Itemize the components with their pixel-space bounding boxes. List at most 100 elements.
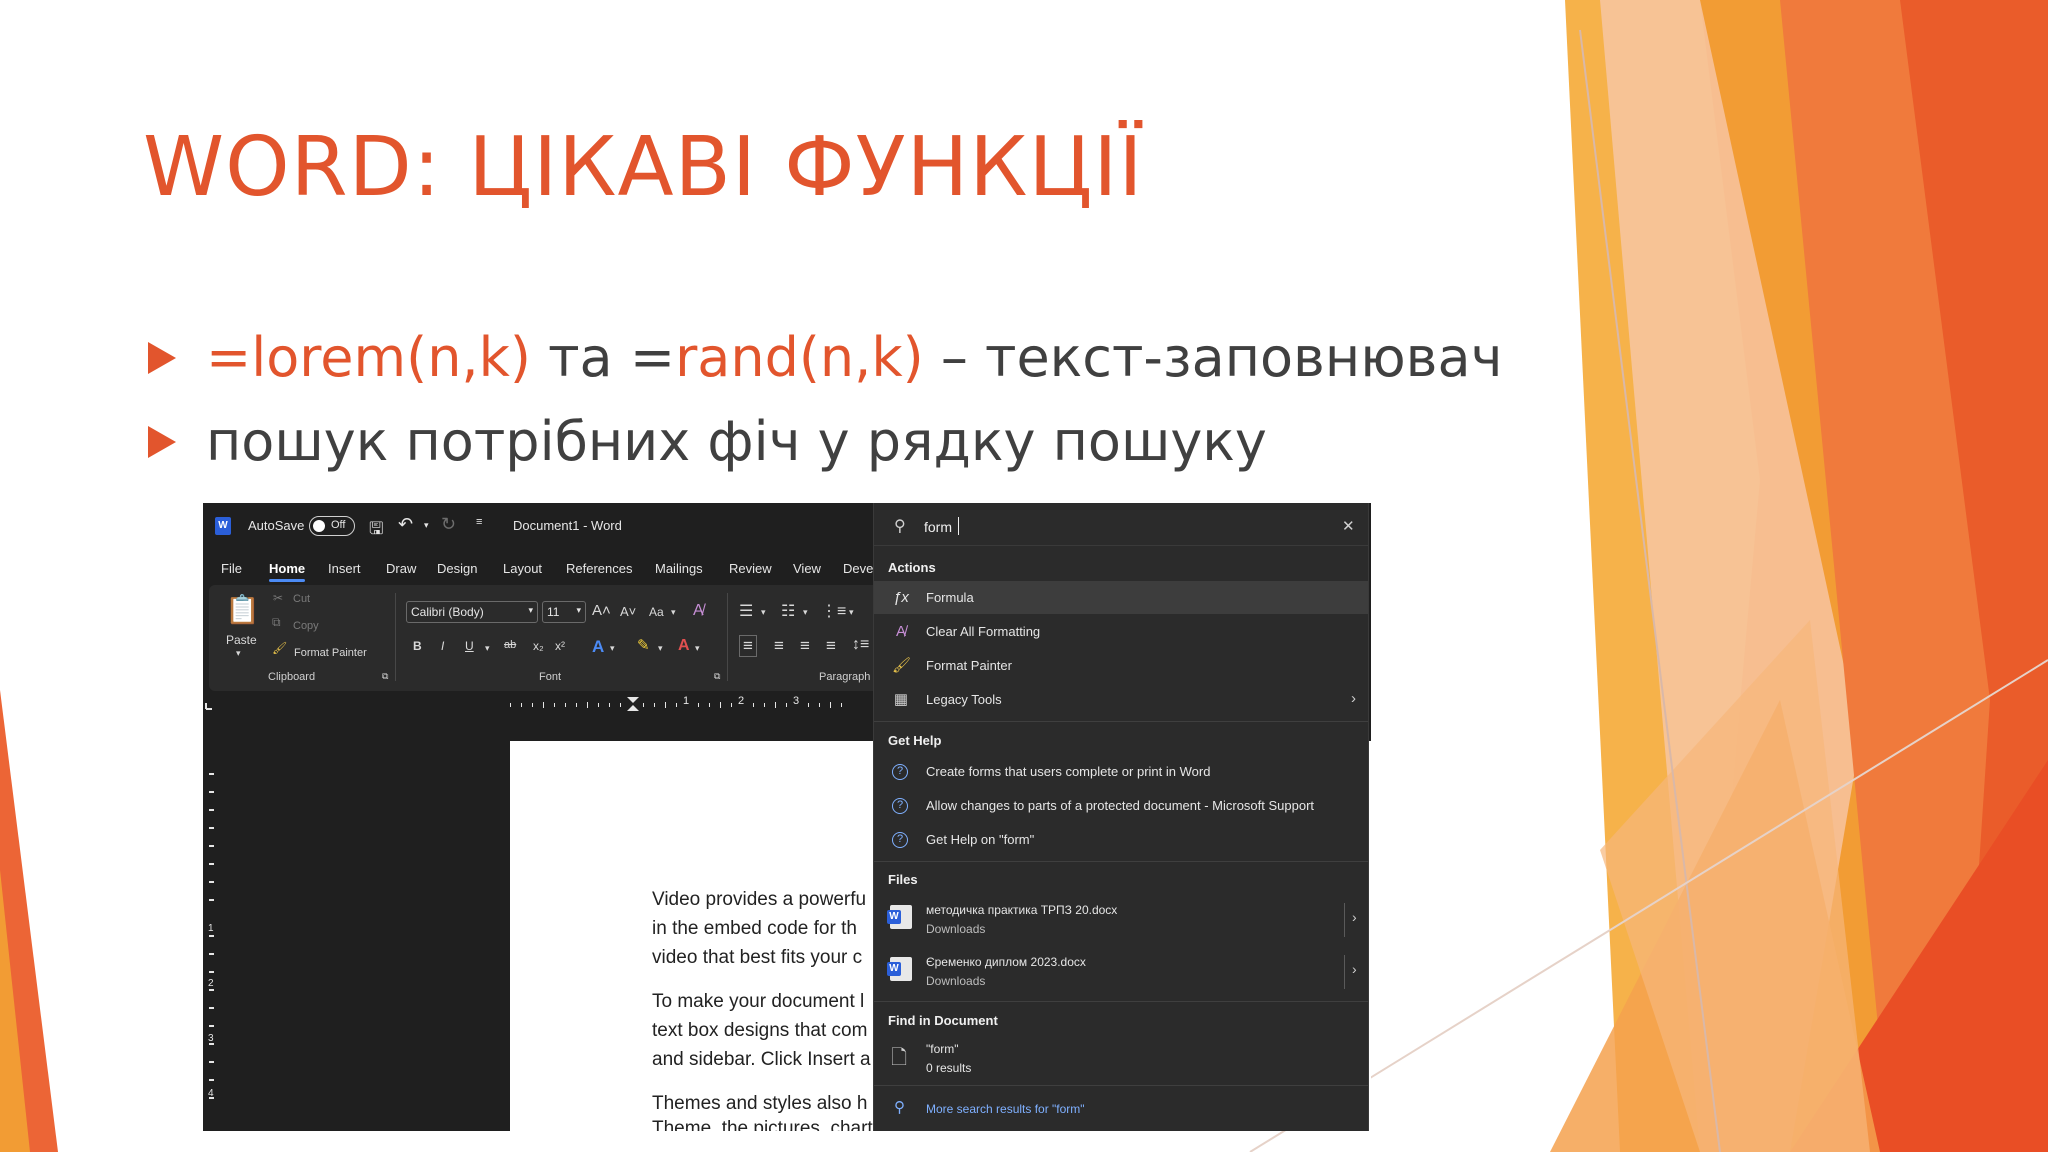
help-icon: ?	[892, 798, 908, 814]
chevron-right-icon: ›	[1351, 690, 1356, 707]
cut-icon[interactable]: ✂	[273, 591, 283, 605]
multilevel-list-icon[interactable]: ⋮≡	[821, 601, 846, 621]
subscript-icon[interactable]: x₂	[533, 639, 544, 653]
autosave-label: AutoSave	[248, 518, 305, 533]
underline-icon[interactable]: U	[465, 639, 474, 653]
doc-line: video that best fits your c	[652, 947, 863, 968]
text-effects-icon[interactable]: A	[592, 637, 604, 657]
undo-icon[interactable]: ↶	[398, 514, 413, 535]
italic-icon[interactable]: I	[441, 639, 444, 653]
numbering-icon[interactable]: ☷	[781, 601, 795, 621]
find-in-document-header: Find in Document	[888, 1013, 998, 1028]
document-title: Document1 - Word	[513, 518, 622, 533]
autosave-toggle[interactable]: Off	[309, 516, 355, 536]
doc-line: To make your document l	[652, 991, 865, 1012]
font-launcher-icon[interactable]: ⧉	[714, 671, 720, 682]
tab-developer[interactable]: Deve	[843, 561, 873, 576]
help-icon: ?	[892, 764, 908, 780]
file-item[interactable]: методичка практика ТРПЗ 20.docx Download…	[874, 895, 1368, 945]
highlight-dropdown-icon[interactable]: ▾	[658, 643, 663, 654]
action-legacy-tools[interactable]: ▦ Legacy Tools ›	[874, 683, 1368, 716]
undo-dropdown-icon[interactable]: ▾	[424, 520, 429, 531]
copy-button[interactable]: Copy	[293, 620, 319, 632]
chevron-right-icon[interactable]: ›	[1352, 961, 1357, 977]
tab-home[interactable]: Home	[269, 561, 306, 582]
action-formula[interactable]: ƒx Formula	[874, 581, 1368, 614]
strikethrough-icon[interactable]: ab	[504, 639, 516, 651]
bullet-arrow-icon	[148, 341, 176, 374]
customize-toolbar-icon[interactable]: ≡	[476, 516, 482, 528]
text-cursor	[958, 517, 959, 535]
find-result[interactable]: 🗋 "form" 0 results	[874, 1035, 1368, 1081]
bullets-icon[interactable]: ☰	[739, 601, 753, 621]
help-item[interactable]: ? Get Help on "form"	[874, 823, 1368, 856]
tab-design[interactable]: Design	[437, 561, 477, 576]
superscript-icon[interactable]: x²	[555, 639, 565, 653]
vruler-mark: 1	[208, 923, 214, 934]
underline-dropdown-icon[interactable]: ▾	[485, 643, 490, 654]
close-icon[interactable]: ✕	[1342, 517, 1355, 535]
multilevel-dropdown-icon[interactable]: ▾	[849, 607, 854, 618]
chevron-right-icon[interactable]: ›	[1352, 909, 1357, 925]
numbering-dropdown-icon[interactable]: ▾	[803, 607, 808, 618]
word-logo-icon: W	[215, 517, 231, 535]
bold-icon[interactable]: B	[413, 639, 422, 653]
help-item[interactable]: ? Allow changes to parts of a protected …	[874, 789, 1368, 822]
font-size-dropdown[interactable]: 11 ▾	[542, 601, 586, 623]
format-painter-button[interactable]: Format Painter	[294, 647, 367, 659]
doc-line: in the embed code for th	[652, 918, 857, 939]
clear-formatting-icon: A̸	[895, 623, 906, 640]
justify-icon[interactable]: ≡	[826, 636, 836, 656]
tab-references[interactable]: References	[566, 561, 632, 576]
text-effects-dropdown-icon[interactable]: ▾	[610, 643, 615, 654]
action-format-painter[interactable]: 🖌 Format Painter	[874, 649, 1368, 682]
tab-mailings[interactable]: Mailings	[655, 561, 703, 576]
paste-button[interactable]: Paste	[226, 633, 257, 647]
clear-formatting-icon[interactable]: A̸	[693, 602, 704, 620]
tab-insert[interactable]: Insert	[328, 561, 361, 576]
vertical-ruler	[203, 713, 225, 1131]
font-group-label: Font	[539, 671, 562, 683]
more-search-results-link[interactable]: ⚲ More search results for "form"	[874, 1093, 1368, 1126]
tab-review[interactable]: Review	[729, 561, 772, 576]
bullet-item: пошук потрібних фіч у рядку пошуку	[148, 410, 1267, 473]
tab-view[interactable]: View	[793, 561, 821, 576]
file-item[interactable]: Єременко диплом 2023.docx Downloads ›	[874, 947, 1368, 997]
align-left-icon[interactable]: ≡	[739, 635, 757, 657]
document-search-icon: 🗋	[891, 1047, 908, 1069]
action-clear-formatting[interactable]: A̸ Clear All Formatting	[874, 615, 1368, 648]
redo-icon[interactable]: ↻	[441, 514, 456, 535]
bullets-dropdown-icon[interactable]: ▾	[761, 607, 766, 618]
legacy-tools-icon: ▦	[893, 691, 909, 708]
format-painter-icon[interactable]: 🖌	[272, 641, 287, 655]
tab-draw[interactable]: Draw	[386, 561, 416, 576]
font-color-dropdown-icon[interactable]: ▾	[695, 643, 700, 654]
line-spacing-icon[interactable]: ↕≡	[852, 636, 869, 654]
formula-icon: ƒx	[893, 589, 909, 606]
highlight-icon[interactable]: ✎	[637, 636, 650, 654]
tab-layout[interactable]: Layout	[503, 561, 542, 576]
cut-button[interactable]: Cut	[293, 593, 310, 605]
paste-dropdown-icon[interactable]: ▾	[236, 648, 241, 659]
font-name-dropdown[interactable]: Calibri (Body) ▾	[406, 601, 538, 623]
word-file-icon	[887, 957, 912, 981]
clipboard-launcher-icon[interactable]: ⧉	[382, 671, 388, 682]
ruler-mark: 1	[683, 695, 690, 707]
paste-icon[interactable]: 📋	[225, 593, 260, 626]
search-input[interactable]: form	[924, 519, 952, 535]
align-right-icon[interactable]: ≡	[800, 636, 810, 656]
search-bar[interactable]: ⚲ form ✕	[874, 509, 1368, 546]
align-center-icon[interactable]: ≡	[774, 636, 784, 656]
change-case-dropdown-icon[interactable]: ▾	[671, 607, 676, 618]
ruler-mark: 3	[793, 695, 800, 707]
copy-icon[interactable]: ⧉	[272, 615, 281, 630]
tab-file[interactable]: File	[221, 561, 242, 576]
save-icon[interactable]: 🖫	[369, 516, 383, 545]
shrink-font-icon[interactable]: A˅	[620, 604, 636, 619]
format-painter-icon: 🖌	[892, 657, 912, 674]
change-case-button[interactable]: Aa	[649, 605, 664, 619]
help-item[interactable]: ? Create forms that users complete or pr…	[874, 755, 1368, 788]
grow-font-icon[interactable]: A˄	[592, 602, 611, 619]
font-color-icon[interactable]: A	[678, 637, 690, 655]
search-icon: ⚲	[894, 1099, 905, 1116]
